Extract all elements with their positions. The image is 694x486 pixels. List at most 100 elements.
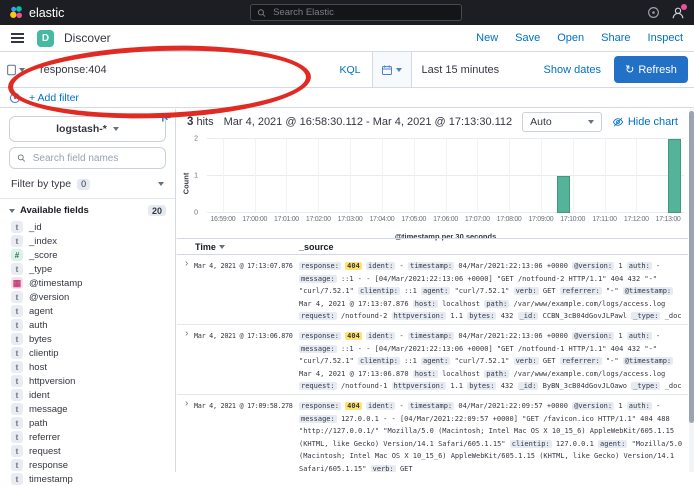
field-label: clientip [29,348,59,359]
field-label: @timestamp [29,278,82,289]
y-tick-label: 1 [194,173,198,180]
nav-link-new[interactable]: New [476,32,498,44]
nav-link-inspect[interactable]: Inspect [648,32,683,44]
elastic-logo-icon [9,5,24,20]
source-value: 432 [501,382,514,390]
field-search-input[interactable] [31,152,158,165]
nav-link-open[interactable]: Open [557,32,584,44]
field-item-agent[interactable]: tagent [0,304,175,318]
source-value: - [656,332,660,340]
x-gridline [286,139,287,213]
string-field-icon: t [11,431,23,443]
field-item-message[interactable]: tmessage [0,402,175,416]
string-field-icon: t [11,473,23,485]
histogram-bar[interactable] [557,176,570,213]
field-item-@timestamp[interactable]: ▦@timestamp [0,276,175,290]
field-item-host[interactable]: thost [0,360,175,374]
help-icon[interactable] [647,6,660,19]
source-field-badge: timestamp: [408,402,454,410]
expand-row-icon[interactable]: › [185,398,188,409]
field-item-request[interactable]: trequest [0,444,175,458]
table-row[interactable]: ›Mar 4, 2021 @ 17:13:07.876response: 404… [177,255,688,325]
time-column-header[interactable]: Time [195,242,225,252]
table-row[interactable]: ›Mar 4, 2021 @ 17:13:06.870response: 404… [177,325,688,395]
date-picker-menu[interactable] [372,52,411,87]
field-item-@version[interactable]: t @version [0,290,175,304]
index-pattern-select[interactable]: logstash-* [9,116,166,142]
source-value: /notfound-2 [341,312,387,320]
expand-row-icon[interactable]: › [185,258,188,269]
source-field-badge: ident: [366,262,395,270]
elastic-logo[interactable]: elastic [9,5,64,20]
field-item-bytes[interactable]: tbytes [0,332,175,346]
user-avatar[interactable] [671,6,685,20]
x-tick-label: 17:00:00 [242,216,267,223]
source-value: 04/Mar/2021:22:13:06 +0000 [458,332,568,340]
scrollbar-thumb[interactable] [689,111,694,423]
row-source: response: 404 ident: - timestamp: 04/Mar… [299,400,684,472]
field-item-_index[interactable]: t_index [0,234,175,248]
nav-link-save[interactable]: Save [515,32,540,44]
field-sidebar: logstash-* Filter by type 0 Available fi… [0,109,176,472]
string-field-icon: t [11,347,23,359]
string-field-icon: t [11,417,23,429]
query-input[interactable] [38,63,329,77]
field-item-timestamp[interactable]: ttimestamp [0,472,175,486]
source-value: GET [400,465,413,472]
field-item-_id[interactable]: t_id [0,220,175,234]
nav-link-share[interactable]: Share [601,32,630,44]
add-filter-button[interactable]: + Add filter [29,92,79,104]
field-item-clientip[interactable]: t clientip [0,346,175,360]
refresh-button[interactable]: ↻ Refresh [614,56,688,83]
field-item-ident[interactable]: tident [0,388,175,402]
source-value: 1.1 [450,382,463,390]
menu-icon[interactable] [11,33,24,43]
source-field-badge: referrer: [560,287,602,295]
available-fields-header[interactable]: Available fields 20 [0,199,175,220]
row-time: Mar 4, 2021 @ 17:09:58.278 [194,402,297,410]
source-value: _doc [665,382,682,390]
discover-app-badge[interactable]: D [37,30,54,47]
x-tick-label: 17:05:00 [401,216,426,223]
field-item-_type[interactable]: t_type [0,262,175,276]
query-language-button[interactable]: KQL [329,52,372,87]
filter-options-icon[interactable] [9,92,21,104]
histogram-bar[interactable] [668,139,681,213]
hide-chart-button[interactable]: Hide chart [612,116,678,128]
field-item-httpversion[interactable]: thttpversion [0,374,175,388]
table-row[interactable]: › Mar 4, 2021 @ 17:09:58.278response: 404… [177,395,688,472]
source-field-badge: agent: [598,440,627,448]
source-value: "-" [606,287,619,295]
source-field-badge: request: [299,312,337,320]
time-range-label: Mar 4, 2021 @ 16:58:30.112 - Mar 4, 2021… [224,116,513,128]
row-source: response: 404 ident: - timestamp: 04/Mar… [299,330,684,395]
global-search[interactable] [250,4,462,21]
field-item-_score[interactable]: #_score [0,248,175,262]
string-field-icon: t [11,291,23,303]
field-item-referrer[interactable]: treferrer [0,430,175,444]
field-list: t_idt_index#_scoret_type▦@timestampt@ver… [0,220,175,486]
field-search[interactable] [9,147,166,169]
filter-by-type[interactable]: Filter by type 0 [0,174,175,199]
source-value: 127.0.0.1 [556,440,594,448]
global-search-input[interactable] [271,6,455,19]
string-field-icon: t [11,403,23,415]
field-item-response[interactable]: tresponse [0,458,175,472]
search-icon [17,153,26,163]
interval-select[interactable]: Auto [522,112,602,132]
field-item-auth[interactable]: tauth [0,318,175,332]
expand-row-icon[interactable]: › [185,328,188,339]
string-field-icon: t [11,375,23,387]
show-dates-button[interactable]: Show dates [544,52,614,87]
field-label: @version [29,292,69,303]
x-tick-label: 17:03:00 [338,216,363,223]
source-field-badge: clientip: [358,287,400,295]
source-field-badge: host: [413,370,438,378]
saved-query-menu[interactable] [0,52,30,87]
scrollbar-track [689,109,694,472]
field-item-path[interactable]: tpath [0,416,175,430]
collapse-sidebar-icon[interactable] [161,112,172,123]
field-label: agent [29,306,53,317]
field-label: path [29,418,48,429]
time-range-display[interactable]: Last 15 minutes [411,52,544,87]
